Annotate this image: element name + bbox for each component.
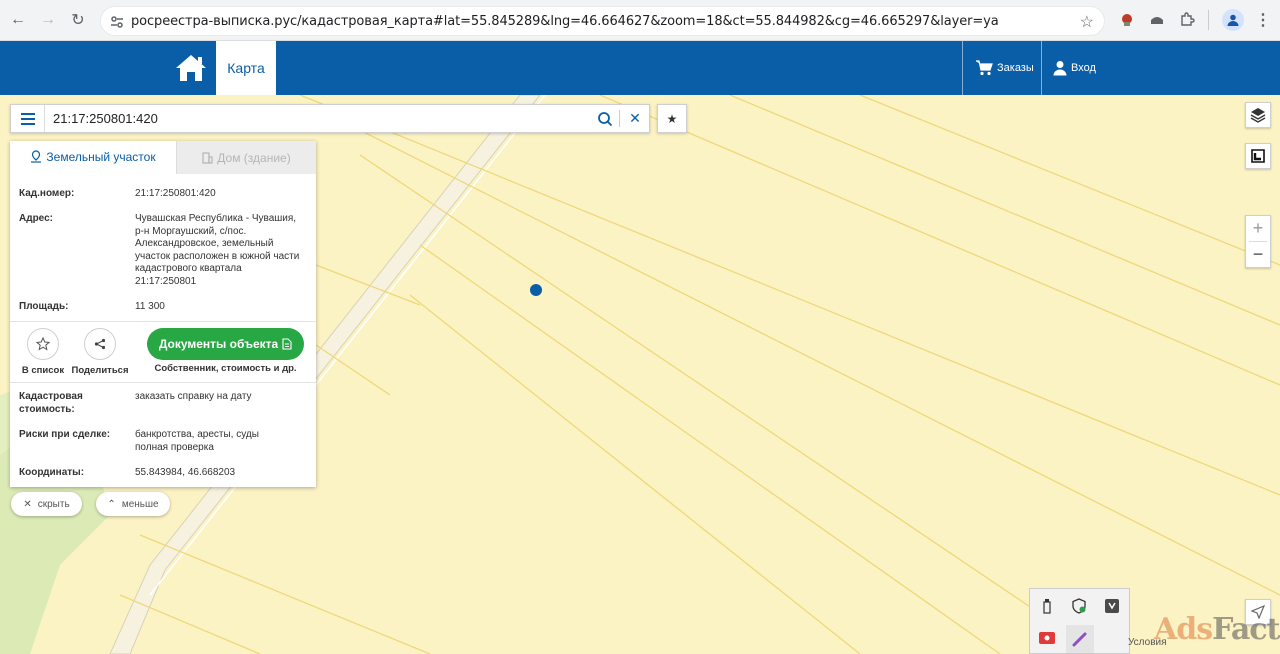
search-bar: ✕ bbox=[10, 104, 650, 133]
tab-land-plot[interactable]: Земельный участок bbox=[10, 141, 176, 174]
hide-label: скрыть bbox=[37, 498, 70, 510]
cadastral-number-link[interactable]: 21:17:250801:420 bbox=[135, 188, 305, 201]
document-icon bbox=[282, 338, 292, 350]
layers-icon bbox=[1250, 108, 1266, 123]
close-icon: ✕ bbox=[23, 498, 32, 510]
tab-land-label: Земельный участок bbox=[46, 149, 156, 164]
share-label: Поделиться bbox=[71, 365, 129, 376]
hide-button[interactable]: ✕ скрыть bbox=[11, 492, 82, 516]
add-to-list-label: В список bbox=[21, 365, 65, 376]
fullscreen-button[interactable] bbox=[1245, 143, 1271, 169]
area-row: Площадь: 11 300 bbox=[19, 301, 309, 315]
coords-label: Координаты: bbox=[19, 467, 85, 478]
orders-button[interactable]: Заказы bbox=[975, 41, 1034, 95]
zoom-control: + − bbox=[1245, 215, 1271, 268]
bookmark-star-icon[interactable]: ☆ bbox=[1080, 12, 1094, 32]
docs-button-label: Документы объекта bbox=[158, 337, 279, 351]
info-panel: Земельный участок Дом (здание) Кад.номер… bbox=[10, 141, 316, 487]
browser-toolbar: ← → ↻ росреестра-выписка.рус/кадастровая… bbox=[0, 0, 1280, 41]
fullscreen-icon bbox=[1251, 149, 1265, 163]
url-text[interactable]: росреестра-выписка.рус/кадастровая_карта… bbox=[131, 14, 999, 29]
map-pin-icon bbox=[31, 150, 42, 163]
login-label: Вход bbox=[1071, 62, 1096, 74]
layers-button[interactable] bbox=[1245, 102, 1271, 128]
puzzle-icon[interactable] bbox=[1178, 11, 1196, 29]
tab-house-label: Дом (здание) bbox=[217, 150, 291, 165]
search-divider bbox=[619, 110, 620, 127]
login-button[interactable]: Вход bbox=[1053, 41, 1096, 95]
order-certificate-link[interactable]: заказать справку на дату bbox=[135, 391, 305, 404]
close-icon[interactable]: ✕ bbox=[625, 108, 645, 128]
record-icon[interactable] bbox=[1038, 629, 1056, 647]
more-menu-icon[interactable]: ⋮ bbox=[1254, 11, 1272, 29]
cadastral-label: Кад.номер: bbox=[19, 188, 75, 199]
coords-value: 55.843984, 46.668203 bbox=[135, 467, 236, 478]
less-label: меньше bbox=[121, 498, 159, 510]
extension-icon[interactable] bbox=[1148, 11, 1166, 29]
favorites-star-icon[interactable]: ★ bbox=[657, 104, 687, 133]
risk-value: банкротства, аресты, суды bbox=[135, 429, 259, 440]
tab-house[interactable]: Дом (здание) bbox=[176, 141, 316, 174]
risk-row: Риски при сделке: банкротства, аресты, с… bbox=[19, 429, 309, 455]
divider bbox=[10, 382, 316, 383]
profile-icon[interactable] bbox=[1222, 9, 1244, 31]
address-label: Адрес: bbox=[19, 213, 53, 224]
app-tray-icon[interactable] bbox=[1103, 597, 1121, 615]
user-icon bbox=[1053, 61, 1067, 76]
pen-icon[interactable] bbox=[1066, 625, 1094, 653]
address-bar[interactable]: росреестра-выписка.рус/кадастровая_карта… bbox=[100, 6, 1105, 36]
back-icon[interactable]: ← bbox=[6, 8, 30, 32]
star-outline-icon bbox=[36, 337, 50, 351]
risk-label: Риски при сделке: bbox=[19, 429, 111, 440]
cadastral-row: Кад.номер: 21:17:250801:420 bbox=[19, 188, 309, 202]
coords-row: Координаты: 55.843984, 46.668203 bbox=[19, 467, 309, 481]
cost-row: Кадастровая стоимость: заказать справку … bbox=[19, 391, 309, 417]
cost-label: Кадастровая стоимость: bbox=[19, 391, 83, 415]
location-marker[interactable] bbox=[530, 284, 542, 296]
docs-subtitle: Собственник, стоимость и др. bbox=[154, 363, 297, 374]
forward-icon[interactable]: → bbox=[36, 8, 60, 32]
home-icon[interactable] bbox=[174, 53, 208, 83]
watermark-factory: Factory bbox=[1212, 612, 1280, 647]
orders-label: Заказы bbox=[997, 62, 1034, 74]
zoom-out-button[interactable]: − bbox=[1246, 242, 1270, 267]
share-icon bbox=[94, 338, 106, 350]
menu-icon[interactable] bbox=[11, 105, 45, 132]
chevron-up-icon: ⌃ bbox=[107, 498, 116, 510]
address-value: Чувашская Республика - Чувашия, р-н Морг… bbox=[135, 213, 300, 287]
site-settings-icon[interactable] bbox=[109, 14, 125, 30]
header-divider bbox=[962, 41, 963, 95]
share-button[interactable] bbox=[84, 328, 116, 360]
reload-icon[interactable]: ↻ bbox=[66, 8, 90, 32]
search-input[interactable] bbox=[53, 105, 593, 132]
panel-tabs: Земельный участок Дом (здание) bbox=[10, 141, 316, 174]
building-icon bbox=[202, 151, 213, 164]
system-tray-popup bbox=[1029, 588, 1130, 654]
tab-map[interactable]: Карта bbox=[216, 41, 276, 95]
site-header: Карта Заказы Вход bbox=[0, 41, 1280, 95]
header-divider bbox=[1041, 41, 1042, 95]
watermark: AdsFactory bbox=[1154, 612, 1280, 647]
less-button[interactable]: ⌃ меньше bbox=[96, 492, 170, 516]
full-check-link[interactable]: полная проверка bbox=[135, 442, 305, 455]
add-to-list-button[interactable] bbox=[27, 328, 59, 360]
zoom-in-button[interactable]: + bbox=[1246, 216, 1270, 241]
search-icon[interactable] bbox=[597, 111, 613, 127]
toolbar-divider bbox=[1208, 10, 1209, 30]
extension-icon[interactable] bbox=[1118, 11, 1136, 29]
usb-drive-icon[interactable] bbox=[1038, 597, 1056, 615]
area-value: 11 300 bbox=[135, 301, 165, 312]
object-documents-button[interactable]: Документы объекта bbox=[147, 328, 304, 360]
watermark-ads: Ads bbox=[1154, 612, 1213, 647]
divider bbox=[10, 321, 316, 322]
area-label: Площадь: bbox=[19, 301, 69, 312]
address-row: Адрес: Чувашская Республика - Чувашия, р… bbox=[19, 213, 309, 289]
security-shield-icon[interactable] bbox=[1070, 597, 1088, 615]
cart-icon bbox=[976, 60, 993, 76]
